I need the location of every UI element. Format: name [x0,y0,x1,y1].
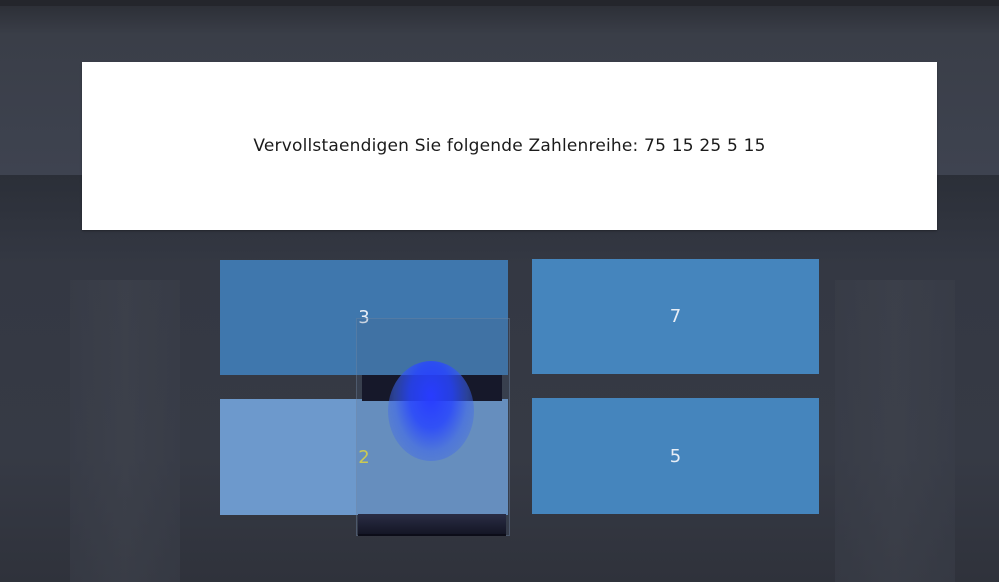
left-pillar [70,280,180,582]
controller-top-band [362,375,502,401]
game-scene: Vervollstaendigen Sie folgende Zahlenrei… [0,0,999,582]
vr-controller-icon [356,318,510,536]
controller-base [358,514,506,536]
answer-label: 7 [669,306,682,327]
answer-button-4[interactable]: 5 [532,398,819,514]
question-panel: Vervollstaendigen Sie folgende Zahlenrei… [82,62,937,230]
question-text: Vervollstaendigen Sie folgende Zahlenrei… [253,136,766,156]
ceiling-edge [0,0,999,6]
answer-label: 5 [669,445,682,467]
answer-button-2[interactable]: 7 [532,259,819,374]
right-pillar [835,280,955,582]
